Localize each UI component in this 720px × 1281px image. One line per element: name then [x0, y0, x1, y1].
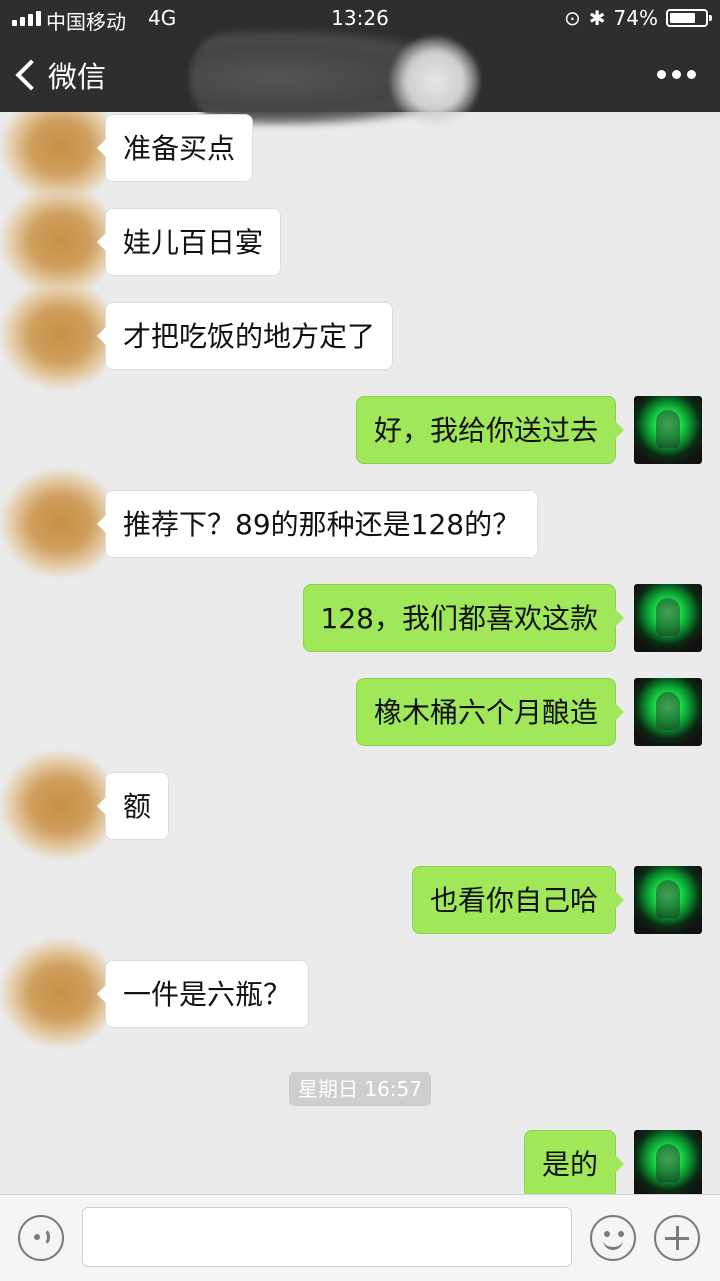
incoming-message[interactable]: 额 [96, 772, 170, 840]
outgoing-message[interactable]: 是的 [523, 1130, 625, 1194]
top-bar: 中国移动 4G 13:26 ⊙ ✱ 74% 微信 涛 [0, 0, 720, 126]
message-list[interactable]: 星期日 16:57 准备买点娃儿百日宴才把吃饭的地方定了好，我给你送过去推荐下？… [0, 112, 720, 1194]
outgoing-message[interactable]: 好，我给你送过去 [355, 396, 625, 464]
my-avatar[interactable] [634, 584, 702, 652]
voice-icon[interactable] [18, 1215, 64, 1261]
status-right: ⊙ ✱ 74% [564, 6, 712, 30]
contact-avatar[interactable] [0, 750, 110, 860]
battery-percent: 74% [613, 6, 658, 30]
incoming-message[interactable]: 一件是六瓶？ [96, 960, 310, 1028]
bluetooth-icon: ✱ [588, 6, 606, 30]
incoming-message[interactable]: 准备买点 [96, 114, 254, 182]
emoji-icon[interactable] [590, 1215, 636, 1261]
incoming-message[interactable]: 娃儿百日宴 [96, 208, 282, 276]
my-avatar[interactable] [634, 396, 702, 464]
outgoing-message[interactable]: 也看你自己哈 [411, 866, 625, 934]
outgoing-message[interactable]: 128，我们都喜欢这款 [302, 584, 625, 652]
contact-avatar[interactable] [0, 938, 110, 1048]
time-divider: 星期日 16:57 [289, 1072, 431, 1106]
plus-icon[interactable] [654, 1215, 700, 1261]
my-avatar[interactable] [634, 678, 702, 746]
nav-bar: 微信 涛 [0, 30, 720, 126]
more-dots-icon[interactable] [657, 70, 696, 79]
incoming-message[interactable]: 才把吃饭的地方定了 [96, 302, 394, 370]
contact-avatar[interactable] [0, 280, 110, 390]
my-avatar[interactable] [634, 866, 702, 934]
input-bar [0, 1194, 720, 1281]
contact-avatar[interactable] [0, 468, 110, 578]
battery-fill [670, 13, 696, 23]
battery-icon [666, 9, 712, 27]
lock-rotation-icon: ⊙ [564, 6, 581, 30]
outgoing-message[interactable]: 橡木桶六个月酿造 [355, 678, 625, 746]
incoming-message[interactable]: 推荐下？89的那种还是128的？ [96, 490, 539, 558]
message-input[interactable] [82, 1207, 572, 1267]
my-avatar[interactable] [634, 1130, 702, 1194]
